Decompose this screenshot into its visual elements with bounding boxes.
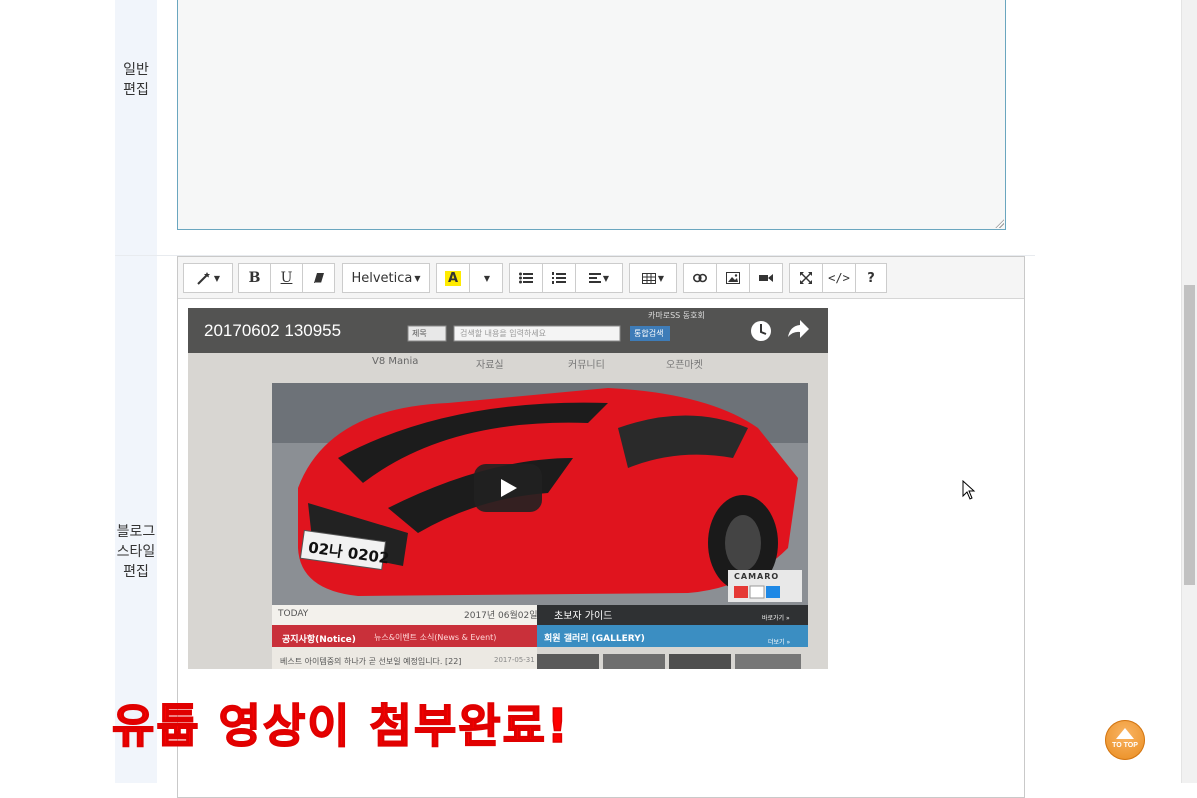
row-label-line: 편집 bbox=[123, 82, 149, 98]
help-button[interactable]: ? bbox=[855, 263, 887, 293]
codeview-button[interactable]: </> bbox=[822, 263, 856, 293]
video-post-date: 2017-05-31 bbox=[494, 656, 535, 664]
bullet-list-icon bbox=[519, 272, 533, 284]
video-gallery: 회원 갤러리 (GALLERY) bbox=[544, 634, 645, 644]
video-guide-btn: 바로가기 » bbox=[762, 615, 790, 622]
dropdown-caret-icon: ▼ bbox=[414, 273, 421, 283]
overlay-caption: 유툽 영상이 첨부완료! bbox=[111, 698, 570, 754]
table-button[interactable]: ▼ bbox=[629, 263, 677, 293]
help-icon: ? bbox=[867, 270, 875, 286]
numbered-list-icon bbox=[552, 272, 566, 284]
video-today-label: TODAY bbox=[278, 609, 309, 619]
dropdown-caret-icon: ▼ bbox=[483, 273, 491, 283]
fullscreen-button[interactable] bbox=[789, 263, 823, 293]
style-magic-button[interactable]: ▼ bbox=[183, 263, 233, 293]
video-nav-item: 커뮤니티 bbox=[568, 360, 605, 371]
font-family-dropdown[interactable]: Helvetica ▼ bbox=[342, 263, 430, 293]
video-nav-item: V8 Mania bbox=[372, 356, 419, 367]
row-label-line: 일반 bbox=[123, 62, 149, 78]
video-nav-item: 오픈마켓 bbox=[666, 360, 703, 371]
video-guide: 초보자 가이드 bbox=[554, 611, 613, 622]
row-label-line: 스타일 bbox=[116, 544, 156, 560]
arrow-up-icon bbox=[1116, 728, 1134, 739]
link-button[interactable] bbox=[683, 263, 717, 293]
video-post: 베스트 아이템중의 하나가 곧 선보일 예정입니다. [22] bbox=[280, 657, 462, 666]
row-label-blog-edit: 블로그 스타일 편집 bbox=[115, 522, 157, 582]
eraser-icon bbox=[313, 272, 325, 284]
color-dropdown-button[interactable]: ▼ bbox=[469, 263, 503, 293]
highlight-color-button[interactable]: A bbox=[436, 263, 470, 293]
video-search-placeholder: 검색할 내용을 입력하세요 bbox=[460, 329, 547, 338]
code-icon: </> bbox=[828, 271, 850, 285]
magic-wand-icon bbox=[196, 271, 212, 285]
basic-edit-textarea[interactable] bbox=[177, 0, 1006, 230]
page-scrollbar[interactable] bbox=[1181, 0, 1197, 783]
video-button[interactable] bbox=[749, 263, 783, 293]
table-icon bbox=[641, 272, 656, 284]
font-family-value: Helvetica bbox=[351, 270, 413, 286]
to-top-button[interactable]: TO TOP bbox=[1105, 720, 1145, 760]
expand-icon bbox=[800, 272, 812, 284]
ordered-list-button[interactable] bbox=[542, 263, 576, 293]
video-search-select: 제목 bbox=[412, 329, 427, 338]
video-today-date: 2017년 06월02일 bbox=[464, 611, 538, 621]
link-icon bbox=[693, 273, 707, 283]
row-label-line: 블로그 bbox=[116, 524, 156, 540]
mouse-pointer-icon bbox=[962, 479, 976, 504]
video-camera-icon bbox=[759, 273, 773, 283]
video-title: 20170602 130955 bbox=[204, 321, 342, 340]
underline-icon: U bbox=[280, 270, 293, 286]
video-news: 뉴스&이벤트 소식(News & Event) bbox=[374, 633, 497, 642]
video-top-text: 카마로SS 동호회 bbox=[648, 311, 705, 320]
underline-button[interactable]: U bbox=[270, 263, 303, 293]
highlight-letter-icon: A bbox=[444, 270, 462, 286]
video-notice: 공지사항(Notice) bbox=[282, 635, 356, 645]
editor-toolbar: ▼ B U Helvetica ▼ A ▼ ▼ ▼ </> ? bbox=[178, 257, 1024, 299]
image-button[interactable] bbox=[716, 263, 750, 293]
picture-icon bbox=[726, 272, 740, 284]
video-nav-item: 자료실 bbox=[476, 360, 504, 371]
bold-icon: B bbox=[248, 270, 261, 286]
dropdown-caret-icon: ▼ bbox=[657, 273, 665, 283]
paragraph-align-button[interactable]: ▼ bbox=[575, 263, 623, 293]
unordered-list-button[interactable] bbox=[509, 263, 543, 293]
label-column bbox=[115, 0, 157, 783]
resize-handle[interactable] bbox=[995, 219, 1004, 228]
dropdown-caret-icon: ▼ bbox=[213, 273, 221, 283]
bold-button[interactable]: B bbox=[238, 263, 271, 293]
row-label-line: 편집 bbox=[123, 564, 149, 580]
embedded-youtube-video[interactable]: 20170602 130955 제목 검색할 내용을 입력하세요 통합검색 카마… bbox=[188, 308, 828, 669]
align-left-icon bbox=[588, 273, 601, 283]
scrollbar-thumb[interactable] bbox=[1184, 285, 1195, 585]
video-gallery-btn: 더보기 » bbox=[768, 639, 791, 646]
to-top-label: TO TOP bbox=[1112, 742, 1138, 749]
dropdown-caret-icon: ▼ bbox=[602, 273, 610, 283]
camaro-badge: CAMARO bbox=[734, 572, 780, 581]
clear-format-button[interactable] bbox=[302, 263, 335, 293]
row-label-basic-edit: 일반 편집 bbox=[115, 60, 157, 100]
video-search-button: 통합검색 bbox=[634, 329, 664, 338]
